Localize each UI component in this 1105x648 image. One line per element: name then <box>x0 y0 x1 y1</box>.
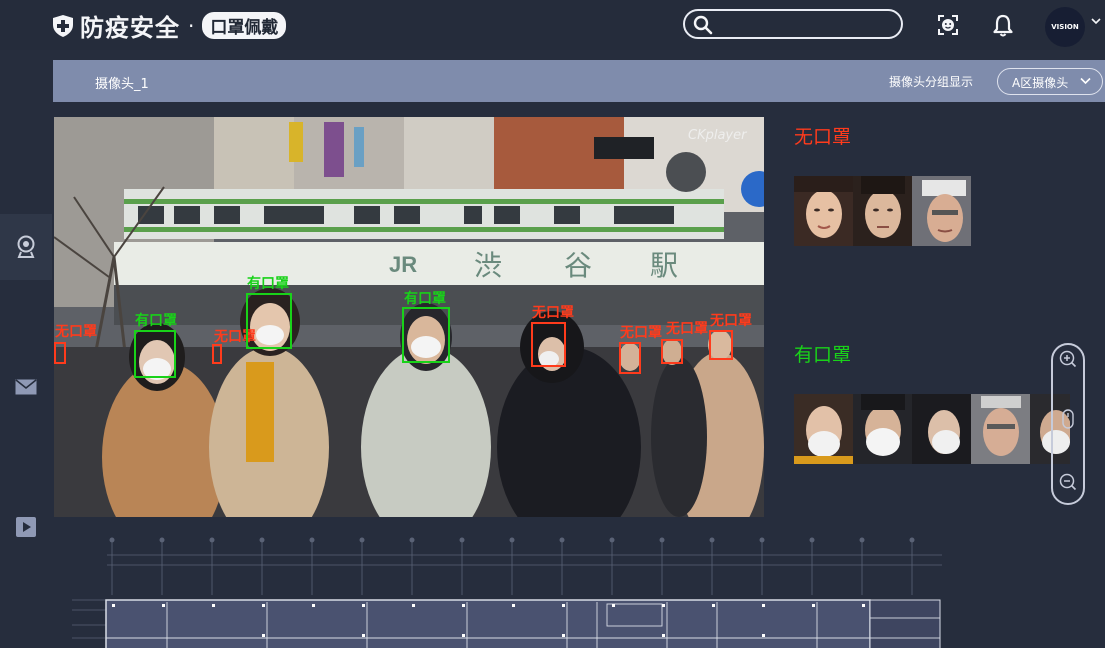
detection-label: 有口罩 <box>135 313 177 329</box>
station-sign-char-1: 渋 <box>474 249 502 282</box>
camera-toolbar: 摄像头_1 摄像头分组显示 A区摄像头 <box>53 60 1105 102</box>
detection-label: 无口罩 <box>55 324 97 340</box>
chevron-down-icon <box>1080 77 1091 85</box>
search-input[interactable] <box>721 14 895 36</box>
camera-video-feed[interactable]: JR 渋 谷 駅 CKplayer 无口罩 有口罩 无口罩 有口罩 有口罩 无口… <box>54 117 764 517</box>
camera-group-label: 摄像头分组显示 <box>889 75 974 89</box>
detection-box[interactable] <box>619 342 641 374</box>
video-watermark: CKplayer <box>688 128 747 143</box>
detection-label: 有口罩 <box>247 276 289 292</box>
detection-box[interactable] <box>709 330 733 360</box>
face-scan-icon[interactable] <box>937 14 959 36</box>
sidebar-item-video[interactable] <box>0 513 52 541</box>
shield-plus-icon <box>53 14 73 37</box>
brand-separator: · <box>188 13 195 38</box>
detection-box[interactable] <box>246 293 292 349</box>
search-box[interactable] <box>683 9 903 39</box>
floor-plan[interactable] <box>52 530 952 648</box>
zoom-out-icon[interactable] <box>1059 473 1077 491</box>
detection-label: 无口罩 <box>710 313 752 329</box>
detection-box[interactable] <box>531 322 566 367</box>
detection-box[interactable] <box>402 307 450 363</box>
brand-title: 防疫安全 <box>80 13 180 42</box>
chevron-down-icon[interactable] <box>1091 18 1101 25</box>
brand: 防疫安全 · 口罩佩戴 <box>52 8 287 43</box>
face-thumbnail[interactable] <box>912 176 971 246</box>
camera-icon <box>17 235 35 258</box>
mail-icon <box>15 379 37 395</box>
detection-label: 无口罩 <box>532 305 574 321</box>
face-thumbnail[interactable] <box>971 394 1030 464</box>
face-thumbnail[interactable] <box>794 394 853 464</box>
mask-title: 有口罩 <box>794 344 852 366</box>
mask-face-list <box>794 394 1070 464</box>
face-thumbnail[interactable] <box>853 394 912 464</box>
detection-label: 有口罩 <box>404 291 446 307</box>
top-header: 防疫安全 · 口罩佩戴 VISION <box>0 0 1105 50</box>
station-sign-char-3: 駅 <box>650 249 678 282</box>
station-sign-char-2: 谷 <box>564 249 592 282</box>
face-thumbnail[interactable] <box>912 394 971 464</box>
detection-label: 无口罩 <box>620 325 662 341</box>
station-sign-jr: JR <box>389 252 417 277</box>
face-thumbnail[interactable] <box>853 176 912 246</box>
user-avatar[interactable]: VISION <box>1045 7 1085 47</box>
detection-box[interactable] <box>661 339 683 364</box>
detection-box[interactable] <box>54 342 66 364</box>
search-icon[interactable] <box>693 15 713 35</box>
no-mask-face-list <box>794 176 971 246</box>
sidebar-item-mail[interactable] <box>0 372 52 402</box>
play-icon <box>16 517 36 537</box>
detection-box[interactable] <box>134 330 176 378</box>
zoom-in-icon[interactable] <box>1059 350 1077 368</box>
camera-name: 摄像头_1 <box>95 77 149 92</box>
bell-icon[interactable] <box>992 14 1014 38</box>
camera-group-value: A区摄像头 <box>1012 76 1069 90</box>
detection-box[interactable] <box>212 344 222 364</box>
brand-subtitle: 口罩佩戴 <box>202 12 287 39</box>
sidebar-item-camera[interactable] <box>0 214 52 280</box>
face-thumbnail[interactable] <box>794 176 853 246</box>
avatar-text: VISION <box>1051 23 1079 31</box>
detection-label: 无口罩 <box>666 321 708 337</box>
camera-group-select[interactable]: A区摄像头 <box>997 68 1103 95</box>
no-mask-title: 无口罩 <box>794 126 852 148</box>
zoom-control <box>1051 343 1085 505</box>
mouse-scroll-icon[interactable] <box>1062 409 1074 429</box>
